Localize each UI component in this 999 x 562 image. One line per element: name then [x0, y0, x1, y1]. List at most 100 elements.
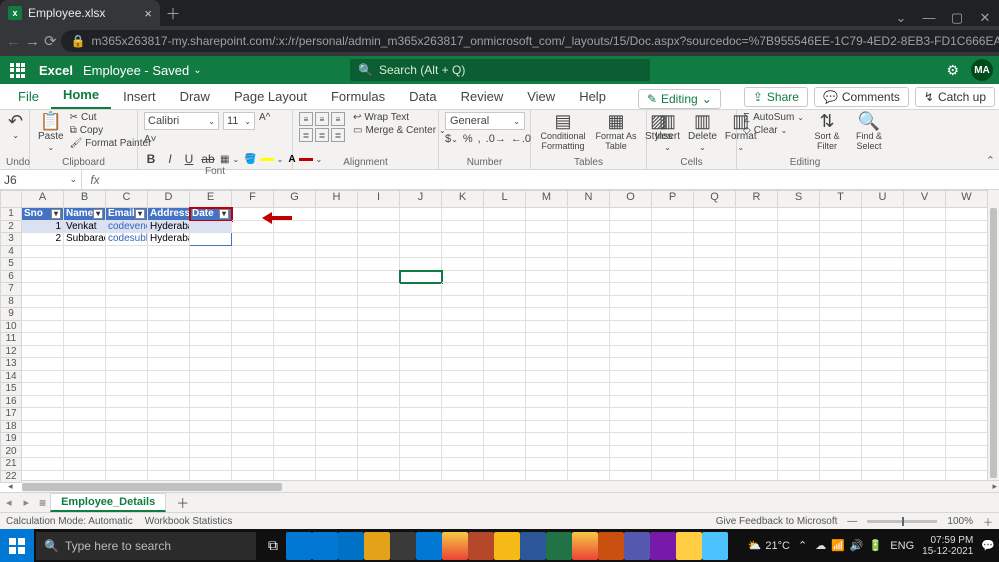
cell[interactable] [232, 396, 274, 409]
cell[interactable] [232, 283, 274, 296]
autosum-button[interactable]: ∑AutoSum⌄ [743, 112, 804, 123]
clock[interactable]: 07:59 PM 15-12-2021 [922, 535, 973, 557]
cell[interactable] [904, 383, 946, 396]
cell[interactable] [904, 358, 946, 371]
cell[interactable] [694, 233, 736, 246]
cell[interactable] [736, 346, 778, 359]
cell[interactable] [652, 333, 694, 346]
cell[interactable] [64, 446, 106, 459]
cell[interactable] [22, 321, 64, 334]
cell[interactable] [862, 458, 904, 471]
cell[interactable] [610, 383, 652, 396]
tab-page-layout[interactable]: Page Layout [222, 84, 319, 109]
row-header[interactable]: 9 [0, 308, 22, 321]
sheet-nav-next-icon[interactable]: ▸ [18, 496, 36, 509]
cell[interactable] [316, 321, 358, 334]
cell[interactable] [652, 346, 694, 359]
maximize-icon[interactable]: ▢ [943, 10, 971, 26]
cell[interactable] [64, 458, 106, 471]
cell[interactable] [610, 233, 652, 246]
tab-draw[interactable]: Draw [168, 84, 222, 109]
cell[interactable] [610, 358, 652, 371]
cell[interactable] [400, 446, 442, 459]
cell[interactable] [232, 346, 274, 359]
cell[interactable] [736, 296, 778, 309]
cell[interactable] [652, 396, 694, 409]
cell[interactable] [946, 396, 988, 409]
cell[interactable] [610, 296, 652, 309]
cell[interactable] [778, 408, 820, 421]
delete-cells-button[interactable]: ▥Delete⌄ [686, 112, 719, 152]
cell[interactable] [820, 308, 862, 321]
cell[interactable] [106, 371, 148, 384]
cell[interactable] [274, 346, 316, 359]
cell[interactable] [190, 283, 232, 296]
cell[interactable] [736, 283, 778, 296]
cell[interactable] [904, 258, 946, 271]
cell[interactable] [946, 346, 988, 359]
cell[interactable] [22, 346, 64, 359]
cell[interactable] [736, 258, 778, 271]
cell[interactable] [862, 371, 904, 384]
cell[interactable] [904, 333, 946, 346]
cell[interactable] [316, 296, 358, 309]
cell[interactable] [904, 458, 946, 471]
cell[interactable] [820, 458, 862, 471]
tray-chevron-icon[interactable]: ⌃ [798, 539, 807, 552]
cell[interactable] [22, 396, 64, 409]
taskbar-app[interactable] [364, 532, 390, 560]
cell[interactable] [106, 383, 148, 396]
cell[interactable] [778, 433, 820, 446]
cell[interactable] [274, 258, 316, 271]
percent-button[interactable]: % [463, 133, 473, 145]
cell[interactable] [694, 283, 736, 296]
cell[interactable] [400, 433, 442, 446]
cell[interactable] [274, 233, 316, 246]
cell[interactable] [148, 433, 190, 446]
cell[interactable] [442, 308, 484, 321]
cell[interactable] [526, 408, 568, 421]
browser-tab[interactable]: x Employee.xlsx × [0, 0, 160, 26]
cell[interactable] [820, 346, 862, 359]
cell[interactable] [526, 233, 568, 246]
cell[interactable] [946, 371, 988, 384]
cell[interactable] [400, 421, 442, 434]
cell[interactable] [652, 208, 694, 221]
cell[interactable] [106, 271, 148, 284]
cell[interactable] [484, 221, 526, 234]
name-box[interactable]: J6⌄ [0, 170, 82, 189]
cell[interactable] [610, 458, 652, 471]
taskbar-app[interactable] [390, 532, 416, 560]
cell[interactable] [400, 296, 442, 309]
clear-button[interactable]: ◇Clear⌄ [743, 125, 804, 136]
cell[interactable] [232, 258, 274, 271]
cell[interactable] [400, 308, 442, 321]
cell[interactable] [190, 271, 232, 284]
cell[interactable] [484, 458, 526, 471]
cell[interactable] [64, 371, 106, 384]
cell[interactable] [22, 383, 64, 396]
cell[interactable] [652, 233, 694, 246]
cell[interactable] [694, 208, 736, 221]
cell[interactable] [64, 358, 106, 371]
cell[interactable] [358, 233, 400, 246]
cell[interactable] [358, 308, 400, 321]
taskbar-app[interactable] [624, 532, 650, 560]
cell[interactable] [820, 371, 862, 384]
cell[interactable] [316, 208, 358, 221]
cell[interactable] [820, 383, 862, 396]
cell[interactable] [904, 271, 946, 284]
new-tab-button[interactable]: ＋ [160, 0, 186, 26]
cell[interactable] [64, 383, 106, 396]
fx-icon[interactable]: fx [82, 173, 108, 187]
cell[interactable] [400, 233, 442, 246]
cell[interactable] [946, 321, 988, 334]
cell[interactable] [484, 208, 526, 221]
cell[interactable] [22, 408, 64, 421]
cell[interactable] [820, 421, 862, 434]
cell[interactable] [820, 283, 862, 296]
row-header[interactable]: 6 [0, 271, 22, 284]
cell[interactable] [274, 383, 316, 396]
cell[interactable] [736, 246, 778, 259]
cell[interactable] [652, 308, 694, 321]
